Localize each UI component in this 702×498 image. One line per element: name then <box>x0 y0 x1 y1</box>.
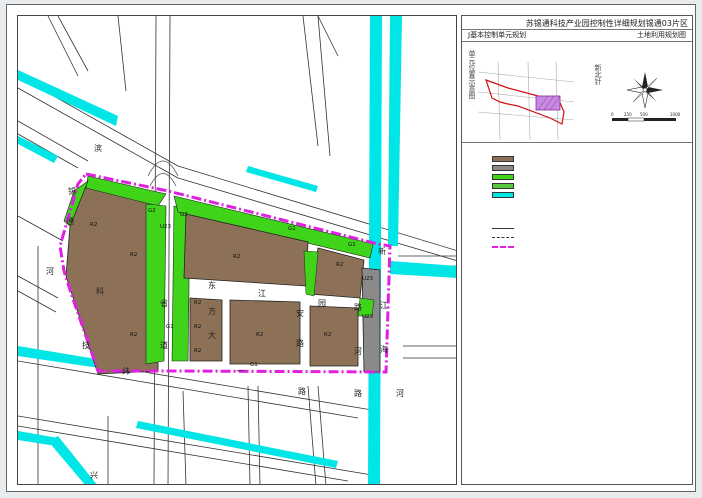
code-r10: R2 <box>324 332 331 338</box>
swatch-park-green <box>492 173 514 180</box>
label-road-east-2: 江 <box>380 301 388 310</box>
code-r3: R2 <box>130 332 137 338</box>
code-g1: G2 <box>148 208 156 214</box>
scale-bar <box>612 117 676 122</box>
drawing-frame: 滨 锡 通 河 科 技 纬 省 道 东 方 大 一 江 安 路 路 园 路 河 <box>6 4 696 492</box>
swatch-protective-green <box>492 182 514 189</box>
swatch-utility <box>492 164 514 171</box>
scale-250: 250 <box>624 112 632 117</box>
label-inner-1: 东 <box>208 280 216 290</box>
legend-item-water <box>492 190 612 199</box>
code-r5: R2 <box>336 262 343 268</box>
legend-item-residential <box>492 154 612 163</box>
code-r8: R2 <box>194 348 201 354</box>
code-u1: U23 <box>160 224 172 230</box>
label-inner-10: 河 <box>354 346 362 356</box>
label-road-mid-2: 道 <box>160 340 168 350</box>
compass-label: 新北针 <box>594 64 602 85</box>
code-u3: U23 <box>362 314 374 320</box>
label-road-south-4: 路 <box>354 388 362 398</box>
location-inset-map <box>477 61 575 141</box>
code-r6: R2 <box>194 300 201 306</box>
label-inner-5: 江 <box>258 289 266 298</box>
code-r2: R2 <box>130 252 137 258</box>
code-g6: G1 <box>348 242 356 248</box>
swatch-water <box>492 191 514 198</box>
scale-500: 500 <box>640 112 648 117</box>
location-label: 单元位置示意图 <box>468 50 476 99</box>
subtitle-divider <box>462 41 692 42</box>
line-legend <box>492 224 612 251</box>
label-road-west-3: 科 <box>96 286 104 296</box>
code-g2: G2 <box>180 212 188 218</box>
label-road-west-4: 技 <box>82 340 90 350</box>
code-r4: R2 <box>233 254 240 260</box>
info-panel: 苏锡通科技产业园控制性详细规划锡通03片区 J基本控制单元规划 土地利用规划图 … <box>461 15 693 485</box>
code-g3: G1 <box>288 226 296 232</box>
label-inner-7: 路 <box>296 338 304 348</box>
label-river-left: 河 <box>46 266 54 276</box>
label-road-west-2: 通 <box>66 216 74 226</box>
label-road-east-4: 河 <box>396 388 404 398</box>
label-road-east-3: 海 <box>380 344 388 354</box>
label-road-south-2: 一 <box>236 367 244 376</box>
label-inner-9: 路 <box>354 302 362 312</box>
legend-line-1 <box>492 224 612 233</box>
inset-divider <box>462 142 692 143</box>
label-road-south-1: 纬 <box>122 366 130 376</box>
label-road-east-1: 新 <box>378 246 386 256</box>
land-use-legend <box>492 154 612 199</box>
label-river-bottom: 兴 <box>90 471 98 480</box>
label-inner-8: 园 <box>318 299 326 308</box>
code-r9: R2 <box>256 332 263 338</box>
code-r7: R2 <box>194 324 201 330</box>
drawing-title: 苏锡通科技产业园控制性详细规划锡通03片区 <box>525 19 688 28</box>
label-road-west-1: 锡 <box>68 187 76 196</box>
label-inner-3: 大 <box>208 330 216 340</box>
swatch-residential <box>492 155 514 162</box>
code-g5: G1 <box>250 362 258 368</box>
parcel-utility <box>361 267 381 373</box>
compass-rose: 0 250 500 1000 <box>608 68 682 132</box>
legend-item-protective-green <box>492 181 612 190</box>
map-svg: 滨 锡 通 河 科 技 纬 省 道 东 方 大 一 江 安 路 路 园 路 河 <box>18 16 456 484</box>
parcel-residential-mid-2 <box>229 299 301 365</box>
legend-line-3 <box>492 242 612 251</box>
parcel-residential-west <box>65 180 159 375</box>
parcel-residential-northeast <box>309 247 365 299</box>
code-g4: G1 <box>166 324 174 330</box>
legend-line-2 <box>492 233 612 242</box>
line-swatch-boundary <box>492 245 514 248</box>
scale-0: 0 <box>611 112 614 117</box>
label-road-north: 滨 <box>94 143 102 153</box>
legend-item-utility <box>492 163 612 172</box>
land-use-map: 滨 锡 通 河 科 技 纬 省 道 东 方 大 一 江 安 路 路 园 路 河 <box>17 15 457 485</box>
code-u2: U23 <box>362 276 374 282</box>
interchange-lines <box>147 160 179 187</box>
label-road-mid-1: 省 <box>160 298 168 308</box>
label-inner-6: 安 <box>296 308 304 318</box>
label-inner-2: 方 <box>208 306 216 316</box>
label-road-south-3: 路 <box>298 386 306 396</box>
subtitle-left: J基本控制单元规划 <box>468 31 527 39</box>
line-swatch-road <box>492 228 514 229</box>
parcel-residential-mid-3 <box>309 305 359 367</box>
legend-item-park-green <box>492 172 612 181</box>
line-swatch-dashed <box>492 237 514 238</box>
subtitle-right: 土地利用规划图 <box>637 31 686 39</box>
code-r1: R2 <box>90 222 97 228</box>
scale-1000: 1000 <box>670 112 681 117</box>
